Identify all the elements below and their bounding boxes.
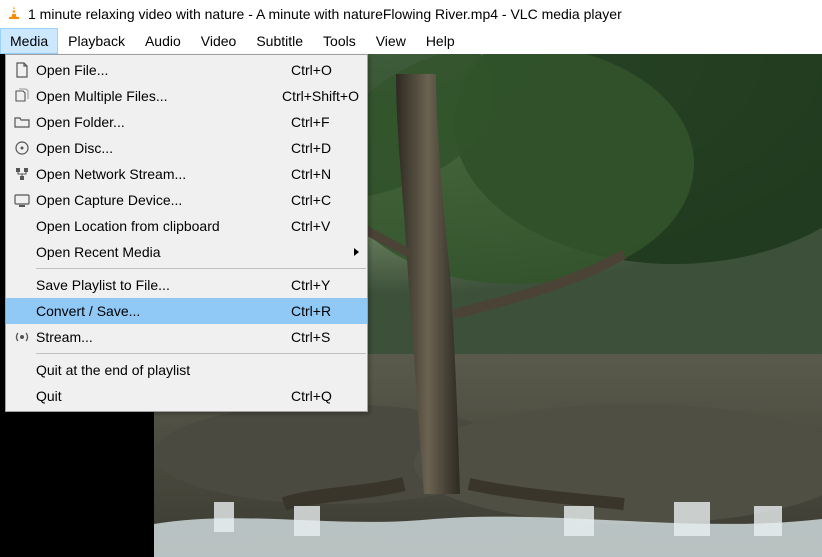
window-title: 1 minute relaxing video with nature - A …	[28, 6, 622, 22]
menu-save-playlist[interactable]: Save Playlist to File... Ctrl+Y	[6, 272, 367, 298]
files-icon	[12, 88, 32, 104]
media-dropdown: Open File... Ctrl+O Open Multiple Files.…	[5, 54, 368, 412]
menu-stream[interactable]: Stream... Ctrl+S	[6, 324, 367, 350]
menu-video[interactable]: Video	[191, 28, 247, 54]
title-bar: 1 minute relaxing video with nature - A …	[0, 0, 822, 28]
menu-quit[interactable]: Quit Ctrl+Q	[6, 383, 367, 409]
menu-open-folder[interactable]: Open Folder... Ctrl+F	[6, 109, 367, 135]
menu-separator	[36, 268, 366, 269]
menu-open-network-stream[interactable]: Open Network Stream... Ctrl+N	[6, 161, 367, 187]
disc-icon	[12, 140, 32, 156]
menu-tools[interactable]: Tools	[313, 28, 366, 54]
menu-convert-save[interactable]: Convert / Save... Ctrl+R	[6, 298, 367, 324]
folder-icon	[12, 114, 32, 130]
menu-help[interactable]: Help	[416, 28, 465, 54]
menu-view[interactable]: View	[366, 28, 416, 54]
menu-media[interactable]: Media	[0, 28, 58, 54]
menu-open-multiple-files[interactable]: Open Multiple Files... Ctrl+Shift+O	[6, 83, 367, 109]
menu-quit-end-playlist[interactable]: Quit at the end of playlist	[6, 357, 367, 383]
menu-bar: Media Playback Audio Video Subtitle Tool…	[0, 28, 822, 54]
menu-open-disc[interactable]: Open Disc... Ctrl+D	[6, 135, 367, 161]
menu-subtitle[interactable]: Subtitle	[246, 28, 313, 54]
submenu-arrow-icon	[354, 248, 359, 256]
menu-audio[interactable]: Audio	[135, 28, 191, 54]
file-icon	[12, 62, 32, 78]
menu-playback[interactable]: Playback	[58, 28, 135, 54]
capture-icon	[12, 192, 32, 208]
stream-icon	[12, 329, 32, 345]
vlc-cone-icon	[6, 5, 22, 24]
menu-open-location-clipboard[interactable]: Open Location from clipboard Ctrl+V	[6, 213, 367, 239]
menu-open-file[interactable]: Open File... Ctrl+O	[6, 57, 367, 83]
menu-open-recent-media[interactable]: Open Recent Media	[6, 239, 367, 265]
menu-separator	[36, 353, 366, 354]
menu-open-capture-device[interactable]: Open Capture Device... Ctrl+C	[6, 187, 367, 213]
network-icon	[12, 166, 32, 182]
